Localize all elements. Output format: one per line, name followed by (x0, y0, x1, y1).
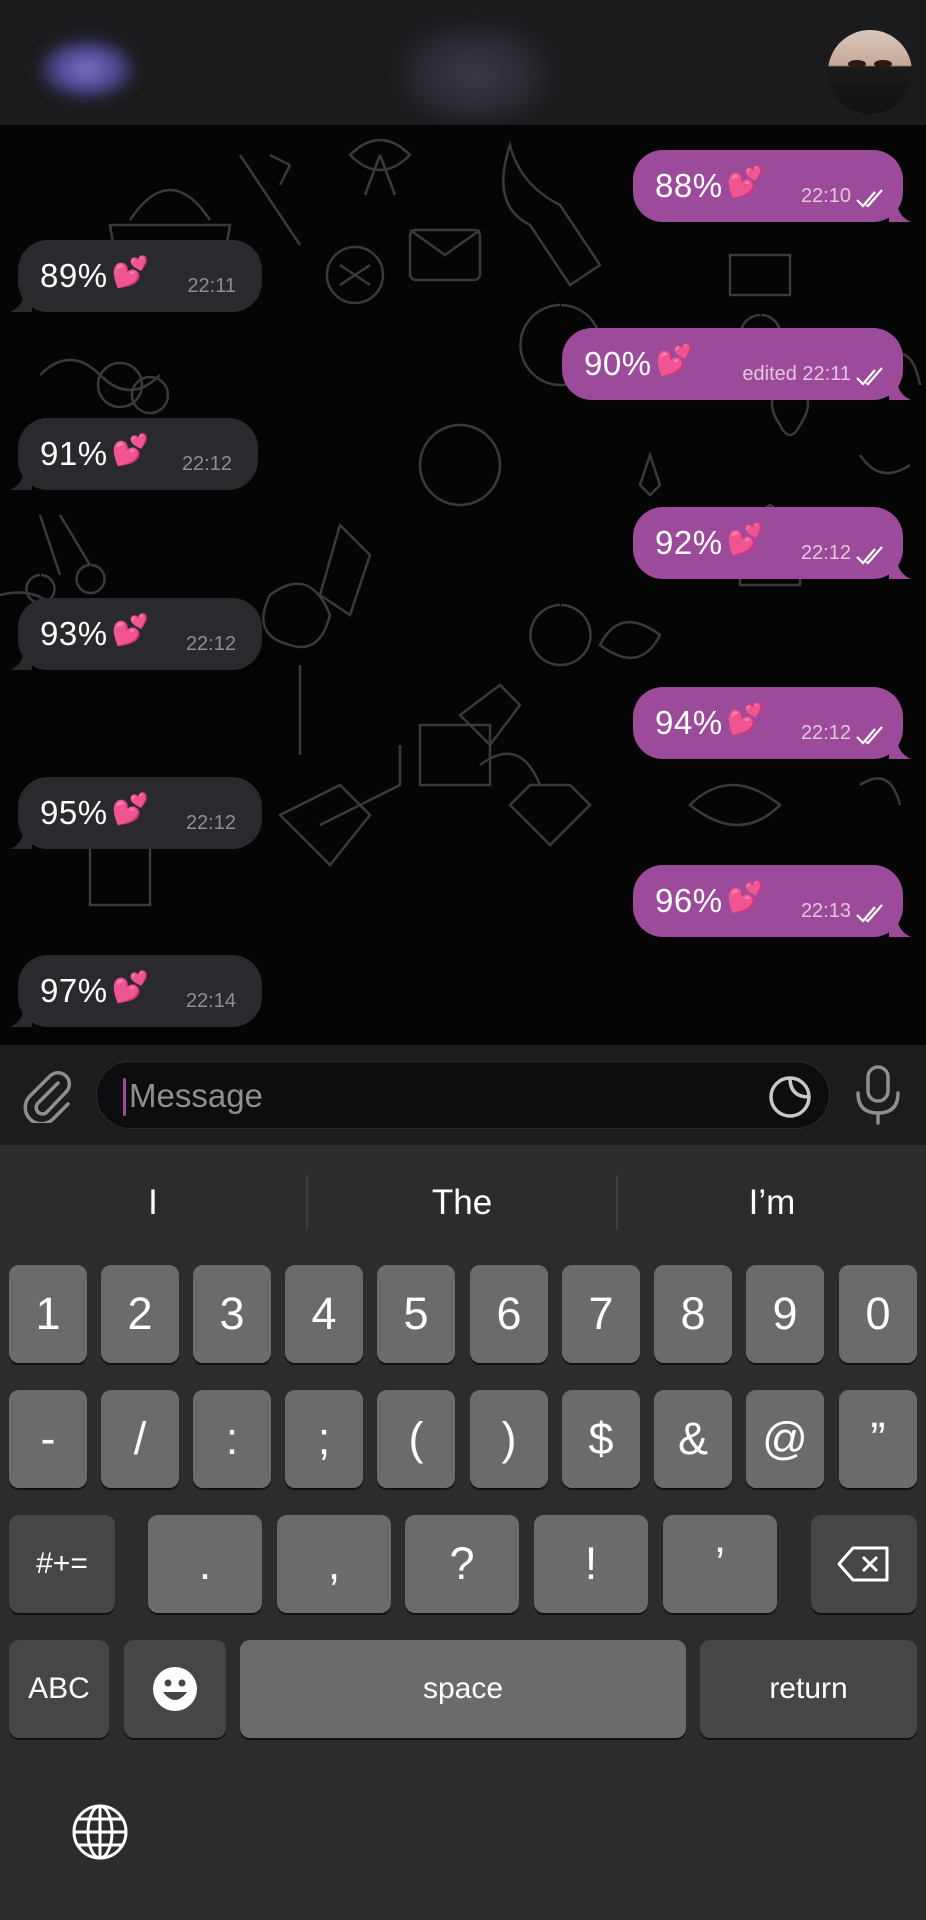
message-bubble-outgoing[interactable]: 94% 💕 22:12 (633, 687, 911, 759)
two-hearts-emoji: 💕 (111, 255, 149, 289)
message-time: 22:12 (185, 633, 236, 655)
key-at[interactable]: @ (746, 1390, 824, 1488)
key-dollar[interactable]: $ (562, 1390, 640, 1488)
key-3[interactable]: 3 (193, 1265, 271, 1363)
message-text: 95% (40, 794, 108, 831)
message-bubble-incoming[interactable]: 89% 💕 22:11 (10, 240, 262, 312)
message-bubble-incoming[interactable]: 97% 💕 22:14 (10, 955, 262, 1027)
message-time: 22:12 (185, 812, 236, 834)
double-check-icon (856, 546, 883, 565)
key-1[interactable]: 1 (9, 1265, 87, 1363)
message-bubble-outgoing[interactable]: 88% 💕 22:10 (633, 150, 911, 222)
chat-messages[interactable]: 88% 💕 22:10 89% 💕 22:11 90% 💕 edited 22:… (0, 125, 926, 1045)
key-4[interactable]: 4 (285, 1265, 363, 1363)
message-time: 22:12 (181, 453, 232, 475)
back-button-blurred[interactable] (38, 38, 136, 100)
emoji-icon (153, 1667, 197, 1711)
key-8[interactable]: 8 (654, 1265, 732, 1363)
key-close-paren[interactable]: ) (470, 1390, 548, 1488)
two-hearts-emoji: 💕 (726, 702, 764, 736)
message-time: 22:11 (187, 275, 236, 297)
double-check-icon (856, 189, 883, 208)
text-cursor (123, 1078, 126, 1116)
globe-icon[interactable] (70, 1802, 130, 1862)
message-text: 91% (40, 435, 108, 472)
two-hearts-emoji: 💕 (111, 433, 149, 467)
message-text: 97% (40, 972, 108, 1009)
message-time: 22:10 (800, 185, 851, 207)
key-quote[interactable]: ” (839, 1390, 917, 1488)
paperclip-icon[interactable] (18, 1065, 76, 1123)
key-more-symbols[interactable]: #+= (9, 1515, 115, 1613)
backspace-key[interactable] (811, 1515, 917, 1613)
message-bubble-incoming[interactable]: 93% 💕 22:12 (10, 598, 262, 670)
microphone-icon[interactable] (848, 1063, 908, 1127)
key-slash[interactable]: / (101, 1390, 179, 1488)
key-colon[interactable]: : (193, 1390, 271, 1488)
two-hearts-emoji: 💕 (726, 880, 764, 914)
message-text: 88% (655, 167, 723, 204)
message-text: 94% (655, 704, 723, 741)
two-hearts-emoji: 💕 (111, 613, 149, 647)
suggestion-2[interactable]: The (308, 1145, 616, 1260)
key-0[interactable]: 0 (839, 1265, 917, 1363)
key-9[interactable]: 9 (746, 1265, 824, 1363)
key-period[interactable]: . (148, 1515, 262, 1613)
double-check-icon (856, 367, 883, 386)
message-text: 96% (655, 882, 723, 919)
key-semicolon[interactable]: ; (285, 1390, 363, 1488)
key-2[interactable]: 2 (101, 1265, 179, 1363)
double-check-icon (856, 904, 883, 923)
message-time: 22:12 (800, 542, 851, 564)
two-hearts-emoji: 💕 (726, 522, 764, 556)
message-text: 89% (40, 257, 108, 294)
key-ampersand[interactable]: & (654, 1390, 732, 1488)
chat-header (0, 0, 926, 125)
key-hyphen[interactable]: - (9, 1390, 87, 1488)
message-input-field[interactable] (96, 1061, 830, 1130)
message-text: 93% (40, 615, 108, 652)
key-abc[interactable]: ABC (9, 1640, 109, 1738)
message-time: 22:14 (185, 990, 236, 1012)
double-check-icon (856, 726, 883, 745)
message-bubble-incoming[interactable]: 95% 💕 22:12 (10, 777, 262, 849)
two-hearts-emoji: 💕 (111, 792, 149, 826)
key-apostrophe[interactable]: ’ (663, 1515, 777, 1613)
two-hearts-emoji: 💕 (655, 343, 693, 377)
message-time: 22:12 (800, 722, 851, 744)
message-composer (0, 1045, 926, 1145)
sticker-icon[interactable] (767, 1074, 813, 1120)
message-bubble-incoming[interactable]: 91% 💕 22:12 (10, 418, 258, 490)
key-5[interactable]: 5 (377, 1265, 455, 1363)
message-bubble-outgoing[interactable]: 96% 💕 22:13 (633, 865, 911, 937)
chat-title-blurred[interactable] (400, 24, 550, 124)
emoji-key[interactable] (124, 1640, 226, 1738)
suggestion-1[interactable]: I (0, 1145, 306, 1260)
two-hearts-emoji: 💕 (726, 165, 764, 199)
key-exclamation[interactable]: ! (534, 1515, 648, 1613)
suggestion-3[interactable]: I’m (618, 1145, 926, 1260)
return-key[interactable]: return (700, 1640, 917, 1738)
key-7[interactable]: 7 (562, 1265, 640, 1363)
message-text: 90% (584, 345, 652, 382)
message-bubble-outgoing[interactable]: 92% 💕 22:12 (633, 507, 911, 579)
message-text: 92% (655, 524, 723, 561)
key-open-paren[interactable]: ( (377, 1390, 455, 1488)
key-comma[interactable]: , (277, 1515, 391, 1613)
key-6[interactable]: 6 (470, 1265, 548, 1363)
key-question[interactable]: ? (405, 1515, 519, 1613)
two-hearts-emoji: 💕 (111, 970, 149, 1004)
backspace-icon (837, 1546, 889, 1582)
avatar[interactable] (828, 30, 912, 114)
message-input[interactable] (127, 1062, 731, 1130)
message-time: 22:13 (800, 900, 851, 922)
message-time: edited 22:11 (742, 363, 851, 385)
message-bubble-outgoing[interactable]: 90% 💕 edited 22:11 (562, 328, 911, 400)
space-key[interactable]: space (240, 1640, 686, 1738)
